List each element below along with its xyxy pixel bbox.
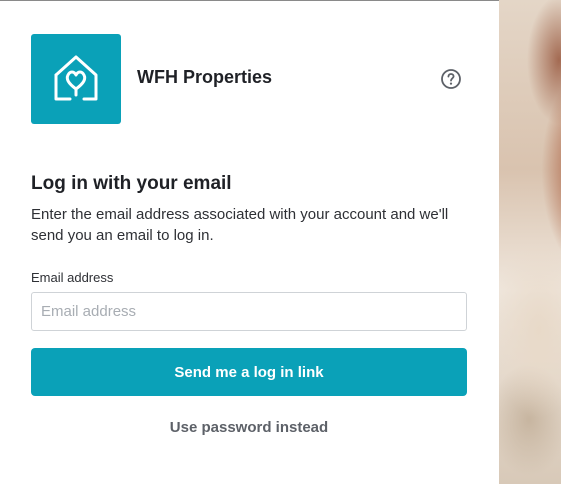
background-photo bbox=[499, 0, 561, 484]
house-heart-icon bbox=[54, 55, 98, 101]
email-input[interactable] bbox=[31, 292, 467, 331]
help-circle-icon bbox=[441, 69, 461, 89]
login-panel: WFH Properties Log in with your email En… bbox=[0, 1, 499, 484]
brand-name: WFH Properties bbox=[137, 67, 273, 87]
email-label: Email address bbox=[31, 270, 114, 285]
send-login-link-button[interactable]: Send me a log in link bbox=[31, 348, 467, 396]
login-heading: Log in with your email bbox=[31, 173, 232, 194]
login-description: Enter the email address associated with … bbox=[31, 206, 449, 244]
brand-logo bbox=[31, 34, 121, 124]
help-button[interactable] bbox=[440, 68, 462, 90]
use-password-link[interactable]: Use password instead bbox=[31, 419, 467, 436]
